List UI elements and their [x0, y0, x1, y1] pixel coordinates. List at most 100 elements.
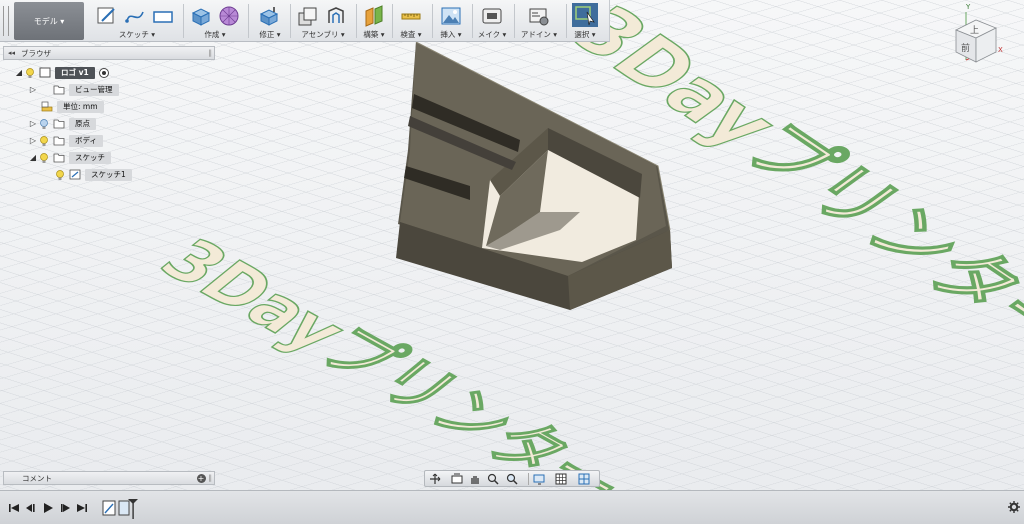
select-icon[interactable]: [572, 3, 598, 27]
zoom-icon[interactable]: [486, 473, 500, 485]
collapse-icon[interactable]: ◢: [28, 153, 38, 162]
create-group[interactable]: 作成 ▾: [186, 2, 244, 42]
x-axis-label: X: [998, 46, 1003, 54]
units-icon: [41, 101, 53, 112]
browser-item-sketch1[interactable]: スケッチ1: [54, 168, 132, 181]
assemble-group[interactable]: アセンブリ ▾: [293, 2, 353, 42]
extrude-icon[interactable]: [190, 5, 212, 27]
visibility-bulb-icon[interactable]: [54, 169, 66, 181]
browser-item-label[interactable]: 原点: [69, 117, 96, 130]
sketch-group[interactable]: スケッチ ▾: [94, 2, 180, 42]
browser-item-named-views[interactable]: ▷ ビュー管理: [28, 83, 119, 96]
construct-group[interactable]: 構築 ▾: [358, 2, 390, 42]
comments-panel-header[interactable]: コメント + ‖: [3, 471, 215, 485]
collapse-browser-icon[interactable]: ◂◂: [8, 49, 15, 57]
3d-viewport[interactable]: 3Dayプリンター 3Dayプリンター: [0, 0, 1024, 524]
inspect-menu[interactable]: 検査 ▾: [394, 29, 428, 40]
workspace-switcher[interactable]: モデル ▾: [14, 2, 84, 40]
make-menu[interactable]: メイク ▾: [474, 29, 510, 40]
browser-item-units[interactable]: 単位: mm: [38, 100, 104, 113]
grid-settings-icon[interactable]: [555, 473, 569, 485]
prev-icon[interactable]: [25, 502, 37, 514]
make-group[interactable]: メイク ▾: [474, 2, 510, 42]
construct-menu[interactable]: 構築 ▾: [358, 29, 390, 40]
spline-icon[interactable]: [124, 5, 146, 27]
scene: 3Dayプリンター 3Dayプリンター: [0, 0, 1024, 524]
modify-menu[interactable]: 修正 ▾: [252, 29, 288, 40]
select-menu[interactable]: 選択 ▾: [568, 29, 602, 40]
browser-item-label[interactable]: スケッチ: [69, 151, 111, 164]
play-icon[interactable]: [42, 502, 54, 514]
modify-group[interactable]: 修正 ▾: [252, 2, 288, 42]
last-icon[interactable]: [76, 502, 88, 514]
toolbar: モデル ▾ スケッチ ▾ 作成 ▾ 修正 ▾ アセンブリ ▾ 構築 ▾ 検査 ▾…: [0, 0, 610, 42]
browser-item-bodies[interactable]: ▷ ボディ: [28, 134, 103, 147]
expand-icon[interactable]: ▷: [28, 85, 38, 94]
visibility-bulb-icon[interactable]: [38, 152, 50, 164]
sketch-icon: [69, 169, 81, 180]
orbit-icon[interactable]: [428, 473, 442, 485]
sketch-menu[interactable]: スケッチ ▾: [94, 29, 180, 40]
cube-top-face[interactable]: 上: [970, 25, 979, 36]
panel-grip-icon[interactable]: ‖: [209, 49, 213, 57]
press-pull-icon[interactable]: [258, 5, 280, 27]
folder-icon: [53, 119, 65, 129]
browser-item-sketches[interactable]: ◢ スケッチ: [28, 151, 111, 164]
timeline: [0, 490, 1024, 524]
timeline-feature-sketch[interactable]: [102, 498, 138, 520]
addins-menu[interactable]: アドイン ▾: [516, 29, 562, 40]
insert-menu[interactable]: 挿入 ▾: [434, 29, 468, 40]
navigation-bar: [424, 470, 600, 487]
assemble-menu[interactable]: アセンブリ ▾: [293, 29, 353, 40]
panel-grip-icon[interactable]: ‖: [209, 474, 213, 482]
comments-title: コメント: [22, 473, 52, 483]
insert-image-icon[interactable]: [440, 5, 462, 27]
offset-plane-icon[interactable]: [363, 5, 385, 27]
view-cube[interactable]: Y 上 前 X: [948, 0, 1024, 70]
display-settings-icon[interactable]: [533, 473, 547, 485]
toolbar-grip[interactable]: [3, 6, 9, 36]
next-icon[interactable]: [59, 502, 71, 514]
new-component-icon[interactable]: [297, 5, 319, 27]
activate-radio[interactable]: [98, 67, 109, 78]
expand-root-icon[interactable]: ◢: [14, 68, 24, 77]
3d-print-icon[interactable]: [481, 5, 503, 27]
browser-root-node[interactable]: ◢ ロゴ v1: [14, 66, 109, 79]
pan-icon[interactable]: [468, 473, 482, 485]
insert-group[interactable]: 挿入 ▾: [434, 2, 468, 42]
rectangle-icon[interactable]: [152, 5, 174, 27]
joint-icon[interactable]: [325, 5, 347, 27]
browser-title: ブラウザ: [21, 48, 52, 58]
browser-item-label[interactable]: 単位: mm: [57, 100, 104, 113]
look-at-icon[interactable]: [450, 473, 464, 485]
form-icon[interactable]: [218, 5, 240, 27]
browser-panel-header[interactable]: ◂◂ ブラウザ ‖: [3, 46, 215, 60]
scripts-addins-icon[interactable]: [528, 5, 550, 27]
browser-item-label[interactable]: ビュー管理: [69, 83, 119, 96]
addins-group[interactable]: アドイン ▾: [516, 2, 562, 42]
inspect-group[interactable]: 検査 ▾: [394, 2, 428, 42]
folder-icon: [53, 153, 65, 163]
timeline-settings-gear-icon[interactable]: [1008, 501, 1020, 513]
folder-icon: [53, 136, 65, 146]
visibility-bulb-icon[interactable]: [24, 67, 36, 79]
create-sketch-icon[interactable]: [96, 5, 118, 27]
browser-item-label[interactable]: ボディ: [69, 134, 103, 147]
zoom-window-icon[interactable]: [505, 473, 519, 485]
expand-icon[interactable]: ▷: [28, 136, 38, 145]
browser-item-origin[interactable]: ▷ 原点: [28, 117, 96, 130]
browser-item-label[interactable]: スケッチ1: [85, 168, 132, 181]
folder-icon: [53, 85, 65, 95]
select-group[interactable]: 選択 ▾: [568, 2, 602, 42]
add-comment-icon[interactable]: +: [196, 473, 206, 483]
expand-icon[interactable]: ▷: [28, 119, 38, 128]
first-icon[interactable]: [8, 502, 20, 514]
visibility-bulb-icon[interactable]: [38, 135, 50, 147]
viewports-icon[interactable]: [578, 473, 592, 485]
measure-icon[interactable]: [400, 5, 422, 27]
visibility-bulb-icon[interactable]: [38, 118, 50, 130]
create-menu[interactable]: 作成 ▾: [186, 29, 244, 40]
root-label[interactable]: ロゴ v1: [55, 66, 95, 79]
document-icon: [39, 67, 51, 78]
cube-front-face[interactable]: 前: [961, 42, 970, 54]
